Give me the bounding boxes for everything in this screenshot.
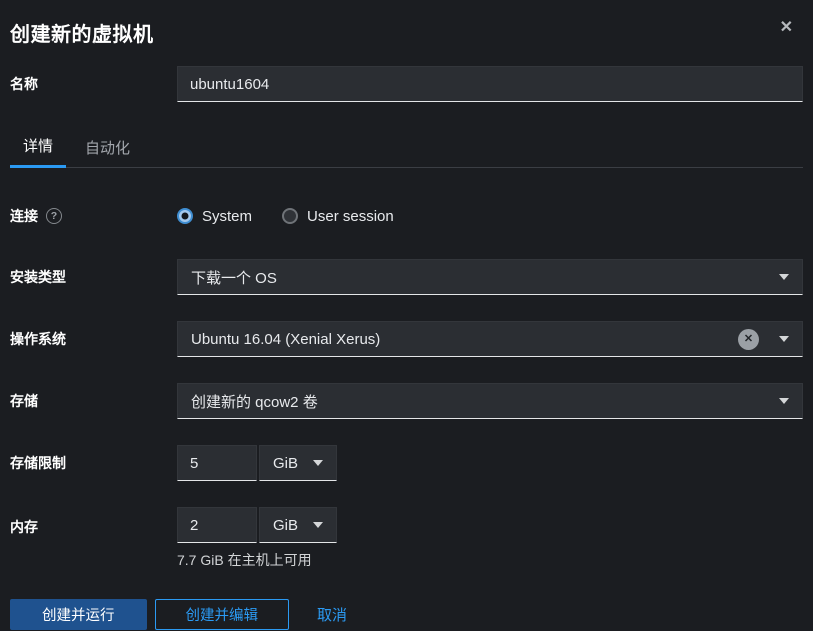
cancel-button[interactable]: 取消 bbox=[317, 604, 347, 625]
memory-unit-value: GiB bbox=[273, 517, 313, 534]
operating-system-label: 操作系统 bbox=[10, 329, 177, 349]
radio-unselected-icon[interactable] bbox=[282, 208, 298, 224]
radio-system[interactable]: System bbox=[177, 208, 252, 225]
storage-limit-label: 存储限制 bbox=[10, 453, 177, 473]
operating-system-select[interactable]: Ubuntu 16.04 (Xenial Xerus) ✕ bbox=[177, 321, 803, 357]
storage-limit-row: 存储限制 GiB bbox=[10, 445, 803, 481]
create-and-run-button[interactable]: 创建并运行 bbox=[10, 599, 147, 630]
chevron-down-icon bbox=[313, 460, 323, 466]
radio-user-session[interactable]: User session bbox=[282, 208, 394, 225]
help-icon[interactable]: ? bbox=[46, 208, 62, 224]
storage-label: 存储 bbox=[10, 391, 177, 411]
operating-system-value: Ubuntu 16.04 (Xenial Xerus) bbox=[191, 331, 738, 348]
memory-row: 内存 GiB 7.7 GiB 在主机上可用 bbox=[10, 507, 803, 570]
name-row: 名称 bbox=[10, 66, 803, 102]
radio-user-session-label: User session bbox=[307, 208, 394, 225]
memory-label: 内存 bbox=[10, 517, 177, 537]
create-and-edit-button[interactable]: 创建并编辑 bbox=[155, 599, 290, 630]
create-vm-dialog: 创建新的虚拟机 ✕ 名称 详情 自动化 连接 ? System User ses bbox=[0, 0, 813, 631]
installation-type-label: 安装类型 bbox=[10, 267, 177, 287]
storage-limit-unit-value: GiB bbox=[273, 455, 313, 472]
details-tab-panel: 连接 ? System User session 安装类型 下载一个 OS bbox=[10, 206, 803, 570]
tab-details[interactable]: 详情 bbox=[10, 129, 66, 168]
chevron-down-icon bbox=[313, 522, 323, 528]
radio-system-label: System bbox=[202, 208, 252, 225]
installation-type-value: 下载一个 OS bbox=[191, 267, 779, 288]
memory-helper-text: 7.7 GiB 在主机上可用 bbox=[177, 550, 803, 570]
chevron-down-icon bbox=[779, 398, 789, 404]
clear-selection-icon[interactable]: ✕ bbox=[738, 329, 759, 350]
memory-unit-select[interactable]: GiB bbox=[259, 507, 337, 543]
dialog-title: 创建新的虚拟机 bbox=[10, 18, 803, 47]
close-icon[interactable]: ✕ bbox=[776, 18, 797, 38]
storage-row: 存储 创建新的 qcow2 卷 bbox=[10, 383, 803, 419]
chevron-down-icon bbox=[779, 336, 789, 342]
vm-name-input[interactable] bbox=[177, 66, 803, 102]
installation-type-select[interactable]: 下载一个 OS bbox=[177, 259, 803, 295]
dialog-footer: 创建并运行 创建并编辑 取消 bbox=[10, 599, 803, 630]
operating-system-row: 操作系统 Ubuntu 16.04 (Xenial Xerus) ✕ bbox=[10, 321, 803, 357]
memory-input[interactable] bbox=[177, 507, 257, 543]
tab-automation[interactable]: 自动化 bbox=[72, 129, 143, 168]
chevron-down-icon bbox=[779, 274, 789, 280]
storage-limit-unit-select[interactable]: GiB bbox=[259, 445, 337, 481]
connection-radio-group: System User session bbox=[177, 208, 803, 225]
connection-row: 连接 ? System User session bbox=[10, 206, 803, 226]
radio-selected-icon[interactable] bbox=[177, 208, 193, 224]
storage-select[interactable]: 创建新的 qcow2 卷 bbox=[177, 383, 803, 419]
name-label: 名称 bbox=[10, 74, 177, 94]
dialog-tabs: 详情 自动化 bbox=[10, 129, 803, 168]
storage-value: 创建新的 qcow2 卷 bbox=[191, 391, 779, 412]
connection-label: 连接 bbox=[10, 206, 38, 226]
storage-limit-input[interactable] bbox=[177, 445, 257, 481]
installation-type-row: 安装类型 下载一个 OS bbox=[10, 259, 803, 295]
